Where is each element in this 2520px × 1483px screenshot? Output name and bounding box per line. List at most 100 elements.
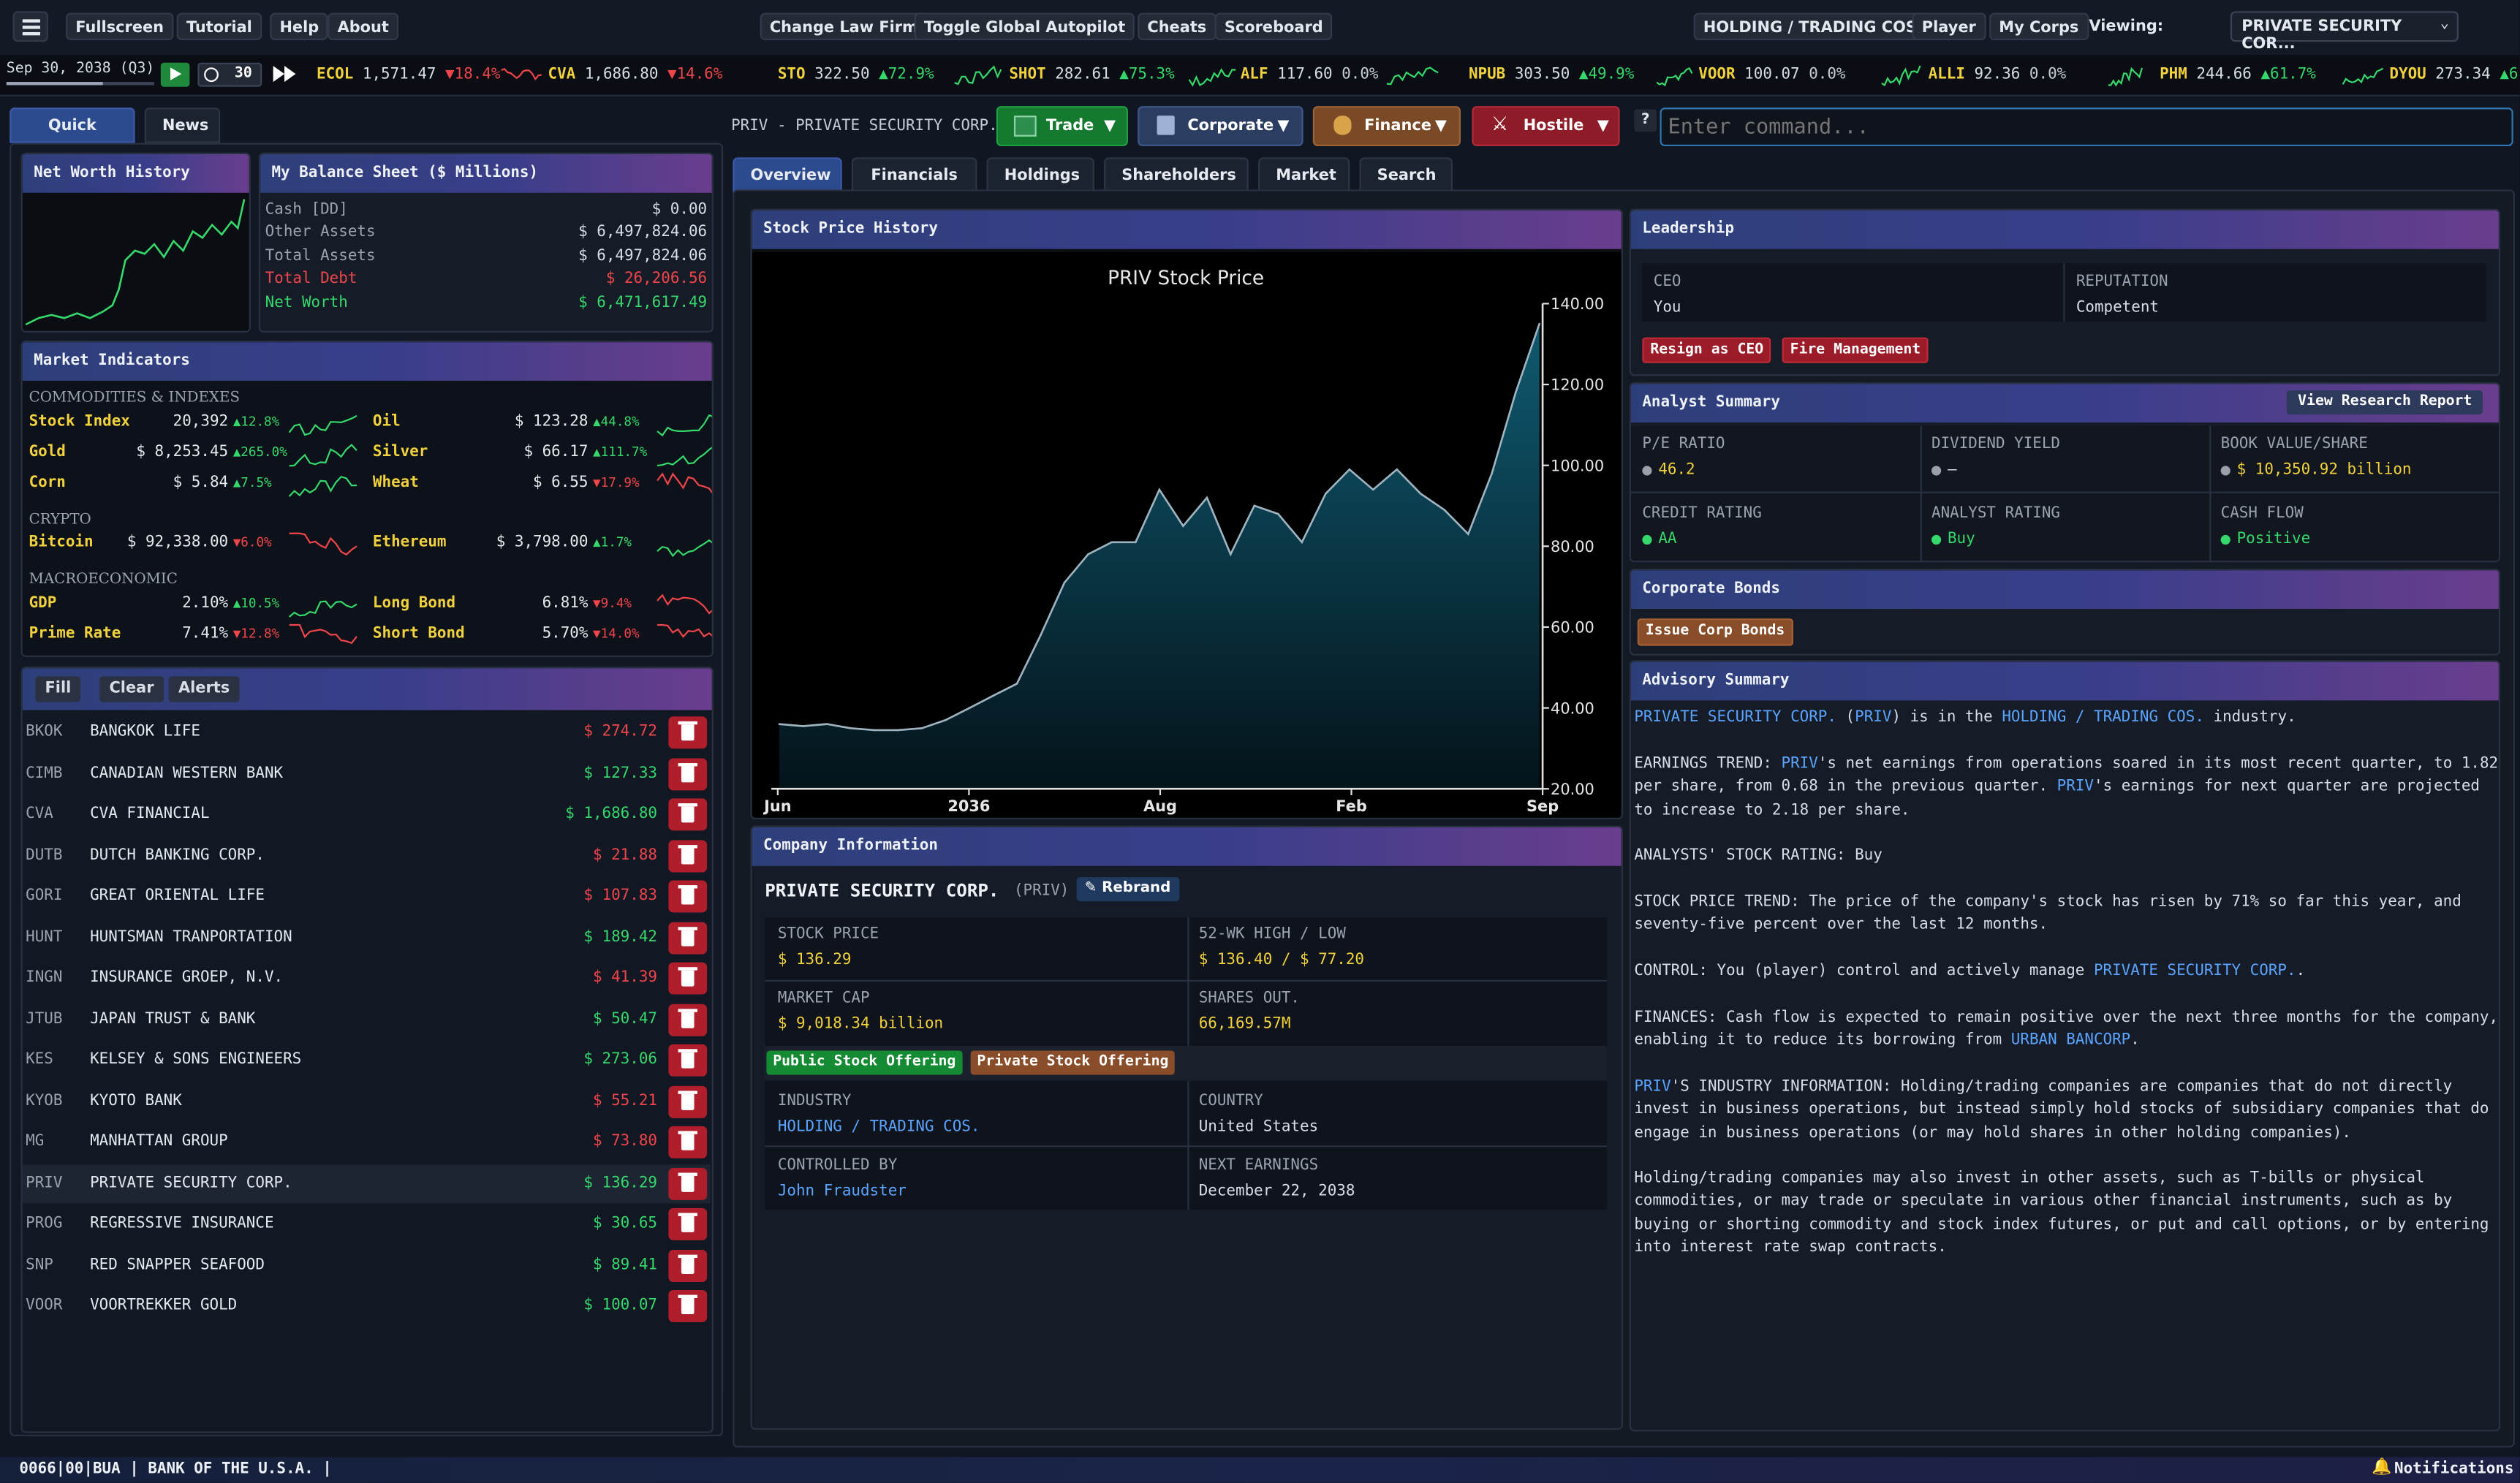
trash-icon[interactable] bbox=[668, 1248, 708, 1281]
resign-ceo-button[interactable]: Resign as CEO bbox=[1642, 337, 1772, 363]
toggle-autopilot-button[interactable]: Toggle Global Autopilot bbox=[914, 12, 1135, 40]
watchlist-row[interactable]: CVA CVA FINANCIAL $ 1,686.80 bbox=[23, 795, 711, 834]
finance-button[interactable]: Finance ▼ bbox=[1312, 106, 1461, 147]
player-button[interactable]: Player bbox=[1912, 12, 1986, 40]
ticker-link[interactable]: PRIV bbox=[1782, 755, 1818, 773]
tutorial-button[interactable]: Tutorial bbox=[176, 12, 262, 40]
tab-financials[interactable]: Financials bbox=[851, 157, 977, 193]
command-input[interactable] bbox=[1660, 107, 2513, 147]
scoreboard-button[interactable]: Scoreboard bbox=[1214, 12, 1333, 40]
indicator-sparkline bbox=[657, 539, 712, 558]
viewing-select[interactable]: PRIVATE SECURITY COR... ⌄ bbox=[2230, 11, 2459, 53]
play-button[interactable] bbox=[160, 62, 190, 87]
watchlist-row[interactable]: BKOK BANGKOK LIFE $ 274.72 bbox=[23, 713, 711, 752]
ticker-item[interactable]: VOOR 100.07 0.0% bbox=[1698, 66, 1845, 83]
trash-icon[interactable] bbox=[668, 1207, 708, 1240]
watchlist-name: BANGKOK LIFE bbox=[90, 723, 200, 741]
view-research-button[interactable]: View Research Report bbox=[2286, 390, 2483, 415]
about-button[interactable]: About bbox=[328, 12, 399, 40]
tab-quick-look[interactable]: Quick Look bbox=[10, 107, 135, 170]
help-icon[interactable]: ? bbox=[1634, 109, 1657, 132]
change-law-firm-button[interactable]: Change Law Firm bbox=[760, 12, 928, 40]
ticker-item[interactable]: DYOU 273.34 ▲6 bbox=[2389, 66, 2518, 83]
clear-button[interactable]: Clear bbox=[99, 676, 164, 702]
trash-icon[interactable] bbox=[668, 1003, 708, 1036]
watchlist-row[interactable]: JTUB JAPAN TRUST & BANK $ 50.47 bbox=[23, 1000, 711, 1039]
trash-icon[interactable] bbox=[668, 1126, 708, 1158]
trash-icon[interactable] bbox=[668, 1085, 708, 1118]
tab-market[interactable]: Market bbox=[1258, 157, 1350, 193]
company-link[interactable]: PRIVATE SECURITY CORP. bbox=[1634, 708, 1836, 726]
dividend-number: — bbox=[1947, 460, 1957, 479]
watchlist-price: $ 89.41 bbox=[592, 1255, 657, 1273]
fast-forward-button[interactable] bbox=[268, 63, 300, 87]
ticker-symbol: ALF bbox=[1240, 66, 1268, 84]
trash-icon[interactable] bbox=[668, 716, 708, 749]
watchlist-row[interactable]: SNP RED SNAPPER SEAFOOD $ 89.41 bbox=[23, 1246, 711, 1285]
trash-icon[interactable] bbox=[668, 1289, 708, 1322]
ticker-link[interactable]: PRIV bbox=[1634, 1078, 1670, 1096]
ticker-item[interactable]: STO 322.50 ▲72.9% bbox=[778, 66, 934, 83]
ticker-item[interactable]: PHM 244.66 ▲61.7% bbox=[2160, 66, 2316, 83]
watchlist-row[interactable]: VOOR VOORTREKKER GOLD $ 100.07 bbox=[23, 1287, 711, 1326]
issue-bonds-button[interactable]: Issue Corp Bonds bbox=[1637, 618, 1793, 646]
tab-holdings[interactable]: Holdings bbox=[986, 157, 1094, 193]
ticker-item[interactable]: NPUB 303.50 ▲49.9% bbox=[1469, 66, 1634, 83]
tab-overview[interactable]: Overview bbox=[733, 157, 842, 193]
watchlist-symbol: HUNT bbox=[26, 928, 63, 946]
watchlist-row[interactable]: PRIV PRIVATE SECURITY CORP. $ 136.29 bbox=[22, 1164, 711, 1203]
my-corps-button[interactable]: My Corps bbox=[1989, 12, 2089, 40]
watchlist-row[interactable]: HUNT HUNTSMAN TRANPORTATION $ 189.42 bbox=[23, 918, 711, 957]
tab-shareholders[interactable]: Shareholders bbox=[1104, 157, 1249, 193]
fullscreen-button[interactable]: Fullscreen bbox=[66, 12, 174, 40]
watchlist-row[interactable]: INGN INSURANCE GROEP, N.V. $ 41.39 bbox=[23, 959, 711, 998]
hamburger-menu-icon[interactable] bbox=[12, 11, 48, 42]
tab-search[interactable]: Search bbox=[1359, 157, 1453, 193]
watchlist-row[interactable]: PROG REGRESSIVE INSURANCE $ 30.65 bbox=[23, 1205, 711, 1244]
watchlist-row[interactable]: GORI GREAT ORIENTAL LIFE $ 107.83 bbox=[23, 877, 711, 916]
trade-button[interactable]: Trade ▼ bbox=[996, 106, 1128, 147]
industry-link[interactable]: HOLDING / TRADING COS. bbox=[2002, 708, 2204, 726]
cheats-button[interactable]: Cheats bbox=[1138, 12, 1217, 40]
industry-link[interactable]: HOLDING / TRADING COS. bbox=[778, 1118, 980, 1136]
watchlist-row[interactable]: CIMB CANADIAN WESTERN BANK $ 127.33 bbox=[23, 754, 711, 793]
notifications-button[interactable]: Notifications bbox=[2394, 1460, 2513, 1478]
company-info-panel: Company Information PRIVATE SECURITY COR… bbox=[750, 825, 1623, 1430]
trash-icon[interactable] bbox=[668, 962, 708, 995]
trash-icon[interactable] bbox=[668, 921, 708, 954]
ticker-item[interactable]: SHOT 282.61 ▲75.3% bbox=[1009, 66, 1174, 83]
speed-control[interactable]: 30 bbox=[197, 62, 262, 87]
tab-news[interactable]: News bbox=[144, 107, 221, 143]
alerts-button[interactable]: Alerts bbox=[168, 676, 240, 702]
trash-icon[interactable] bbox=[668, 1044, 708, 1077]
help-button[interactable]: Help bbox=[270, 12, 329, 40]
ticker-link[interactable]: PRIV bbox=[2057, 778, 2094, 796]
watchlist-row[interactable]: KYOB KYOTO BANK $ 55.21 bbox=[23, 1082, 711, 1120]
trash-icon[interactable] bbox=[668, 880, 708, 913]
bell-icon[interactable]: 🔔 bbox=[2372, 1459, 2391, 1476]
ticker-item[interactable]: ALLI 92.36 0.0% bbox=[1929, 66, 2067, 83]
watchlist-price: $ 1,686.80 bbox=[565, 805, 657, 823]
controlled-by-link[interactable]: John Fraudster bbox=[778, 1183, 907, 1200]
bank-link[interactable]: URBAN BANCORP bbox=[2011, 1032, 2130, 1050]
watchlist-row[interactable]: MG MANHATTAN GROUP $ 73.80 bbox=[23, 1123, 711, 1161]
company-link[interactable]: PRIVATE SECURITY CORP. bbox=[2094, 963, 2296, 980]
ticker-item[interactable]: CVA 1,686.80 ▼14.6% bbox=[548, 66, 723, 83]
public-offering-button[interactable]: Public Stock Offering bbox=[766, 1050, 963, 1075]
watchlist-row[interactable]: KES KELSEY & SONS ENGINEERS $ 273.06 bbox=[23, 1041, 711, 1080]
corporate-button[interactable]: Corporate ▼ bbox=[1138, 106, 1303, 147]
trash-icon[interactable] bbox=[668, 757, 708, 790]
industry-button[interactable]: HOLDING / TRADING COS. bbox=[1693, 12, 1933, 40]
fill-button[interactable]: Fill bbox=[35, 676, 81, 702]
watchlist-row[interactable]: DUTB DUTCH BANKING CORP. $ 21.88 bbox=[23, 836, 711, 875]
rebrand-button[interactable]: ✎ Rebrand bbox=[1076, 877, 1179, 902]
ticker-link[interactable]: PRIV bbox=[1855, 708, 1891, 726]
trash-icon[interactable] bbox=[668, 1167, 708, 1199]
trash-icon[interactable] bbox=[668, 798, 708, 831]
fire-management-button[interactable]: Fire Management bbox=[1782, 337, 1929, 363]
ticker-item[interactable]: ALF 117.60 0.0% bbox=[1241, 66, 1379, 83]
ticker-item[interactable]: ECOL 1,571.47 ▼18.4% bbox=[317, 66, 500, 83]
trash-icon[interactable] bbox=[668, 839, 708, 872]
private-offering-button[interactable]: Private Stock Offering bbox=[970, 1050, 1176, 1075]
hostile-button[interactable]: ⚔ Hostile ▼ bbox=[1472, 106, 1620, 147]
